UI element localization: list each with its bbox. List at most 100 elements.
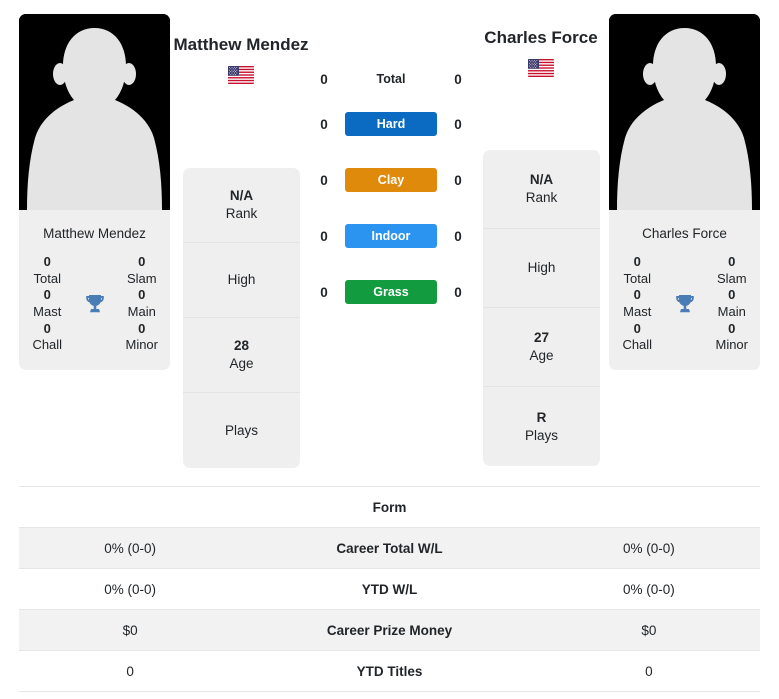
- form-right-value: 0% (0-0): [622, 540, 675, 556]
- player-card-right[interactable]: Charles Force 0 Total 0 Slam 0 Mast 0 Ma…: [609, 14, 760, 370]
- title-stat-value: 0: [43, 320, 51, 336]
- player-name-right: Charles Force: [484, 28, 598, 47]
- table-row: 0% (0-0) YTD W/L 0% (0-0): [19, 568, 760, 610]
- form-right-value: 0% (0-0): [622, 581, 675, 597]
- info-row-rank-right: N/A Rank: [483, 150, 600, 229]
- surface-left-value: 0: [320, 71, 328, 87]
- title-stat-minor-right: 0 Minor: [704, 321, 761, 354]
- titles-grid-left: 0 Total 0 Slam 0 Mast 0 Main 0 Chall 0 M…: [19, 254, 170, 370]
- surface-right-value: 0: [454, 71, 462, 87]
- trophy-icon-cell-right: [666, 292, 704, 316]
- trophy-icon: [85, 294, 104, 313]
- player-photo-left: [19, 14, 170, 210]
- info-value: N/A: [229, 188, 254, 204]
- title-stat-slam-right: 0 Slam: [704, 254, 761, 287]
- player-heading-right[interactable]: Charles Force: [471, 27, 611, 78]
- info-value: 28: [233, 338, 250, 354]
- title-stat-label: Slam: [716, 270, 747, 286]
- title-stat-total-right: 0 Total: [609, 254, 666, 287]
- info-row-plays-right: R Plays: [483, 387, 600, 466]
- form-row-label: Career Prize Money: [326, 622, 453, 638]
- info-row-plays-left: Plays: [183, 393, 300, 468]
- surface-badge-indoor[interactable]: Indoor: [345, 224, 437, 248]
- info-label: Rank: [525, 190, 558, 205]
- surface-badge-hard[interactable]: Hard: [345, 112, 437, 136]
- surface-row-grass: 0 Grass 0: [312, 264, 470, 320]
- surface-right-value: 0: [454, 284, 462, 300]
- surface-left-value: 0: [320, 228, 328, 244]
- player-heading-left[interactable]: Matthew Mendez: [171, 34, 311, 85]
- form-left-value: $0: [122, 622, 138, 638]
- title-stat-label: Total: [33, 270, 61, 286]
- info-row-age-right: 27 Age: [483, 308, 600, 387]
- info-label: High: [527, 260, 556, 276]
- title-stat-slam-left: 0 Slam: [114, 254, 171, 287]
- info-row-high-right: High: [483, 229, 600, 308]
- surface-label-total: Total: [376, 72, 406, 86]
- surface-left-value: 0: [320, 284, 328, 300]
- form-left-value: 0% (0-0): [104, 581, 157, 597]
- title-stat-value: 0: [633, 320, 641, 336]
- title-stat-value: 0: [633, 254, 641, 269]
- surface-badge-clay[interactable]: Clay: [345, 168, 437, 192]
- form-title: Form: [372, 499, 407, 515]
- form-header-left-blank: [19, 487, 241, 528]
- title-stat-value: 0: [138, 320, 146, 336]
- trophy-icon-cell-left: [76, 292, 114, 316]
- form-row-label: YTD W/L: [361, 581, 418, 597]
- player-info-panel-left: N/A Rank High 28 Age Plays: [183, 168, 300, 468]
- surface-badge-grass[interactable]: Grass: [345, 280, 437, 304]
- title-stat-value: 0: [138, 287, 146, 303]
- title-stat-label: Minor: [125, 337, 158, 353]
- info-row-high-left: High: [183, 243, 300, 318]
- player-name-left: Matthew Mendez: [173, 35, 309, 54]
- form-row-label: YTD Titles: [356, 663, 423, 679]
- title-stat-value: 0: [43, 254, 51, 269]
- table-row: 0 YTD Titles 0: [19, 650, 760, 692]
- form-comparison-table: Form 0% (0-0) Career Total W/L 0% (0-0) …: [19, 486, 760, 692]
- us-flag-icon: [228, 66, 254, 85]
- form-right-value: 0: [645, 663, 653, 679]
- player-card-name-right: Charles Force: [609, 210, 760, 254]
- surface-left-value: 0: [320, 172, 328, 188]
- surface-row-total: 0 Total 0: [312, 62, 470, 96]
- table-row: $0 Career Prize Money $0: [19, 609, 760, 651]
- info-row-age-left: 28 Age: [183, 318, 300, 393]
- title-stat-chall-right: 0 Chall: [609, 321, 666, 354]
- title-stat-label: Total: [623, 270, 651, 286]
- table-row: 0% (0-0) Career Total W/L 0% (0-0): [19, 527, 760, 569]
- player-card-left[interactable]: Matthew Mendez 0 Total 0 Slam 0 Mast 0 M…: [19, 14, 170, 370]
- title-stat-value: 0: [728, 254, 736, 269]
- info-value: 27: [533, 330, 550, 346]
- surface-row-clay: 0 Clay 0: [312, 152, 470, 208]
- form-left-value: 0% (0-0): [104, 540, 157, 556]
- title-stat-value: 0: [728, 320, 736, 336]
- form-right-value: $0: [641, 622, 657, 638]
- title-stat-label: Chall: [32, 337, 63, 353]
- player-comparison-page: Matthew Mendez 0 Total 0 Slam 0 Mast 0 M…: [0, 0, 779, 699]
- title-stat-total-left: 0 Total: [19, 254, 76, 287]
- trophy-icon: [675, 294, 694, 313]
- title-stat-value: 0: [138, 254, 146, 269]
- surface-right-value: 0: [454, 116, 462, 132]
- player-info-panel-right: N/A Rank High 27 Age R Plays: [483, 150, 600, 466]
- titles-grid-right: 0 Total 0 Slam 0 Mast 0 Main 0 Chall 0 M…: [609, 254, 760, 370]
- info-value: R: [536, 409, 547, 425]
- title-stat-main-left: 0 Main: [114, 287, 171, 320]
- us-flag-icon: [528, 59, 554, 78]
- person-silhouette-icon: [609, 14, 760, 210]
- form-row-label: Career Total W/L: [336, 540, 443, 556]
- title-stat-value: 0: [633, 287, 641, 303]
- person-silhouette-icon: [19, 14, 170, 210]
- surface-row-indoor: 0 Indoor 0: [312, 208, 470, 264]
- info-label: High: [227, 272, 256, 288]
- title-stat-minor-left: 0 Minor: [114, 321, 171, 354]
- info-label: Plays: [524, 427, 558, 443]
- title-stat-label: Chall: [622, 337, 653, 353]
- title-stat-label: Mast: [623, 303, 652, 319]
- surface-right-value: 0: [454, 172, 462, 188]
- player-card-name-left: Matthew Mendez: [19, 210, 170, 254]
- title-stat-label: Mast: [33, 303, 62, 319]
- form-header-row: Form: [19, 486, 760, 528]
- form-left-value: 0: [126, 663, 134, 679]
